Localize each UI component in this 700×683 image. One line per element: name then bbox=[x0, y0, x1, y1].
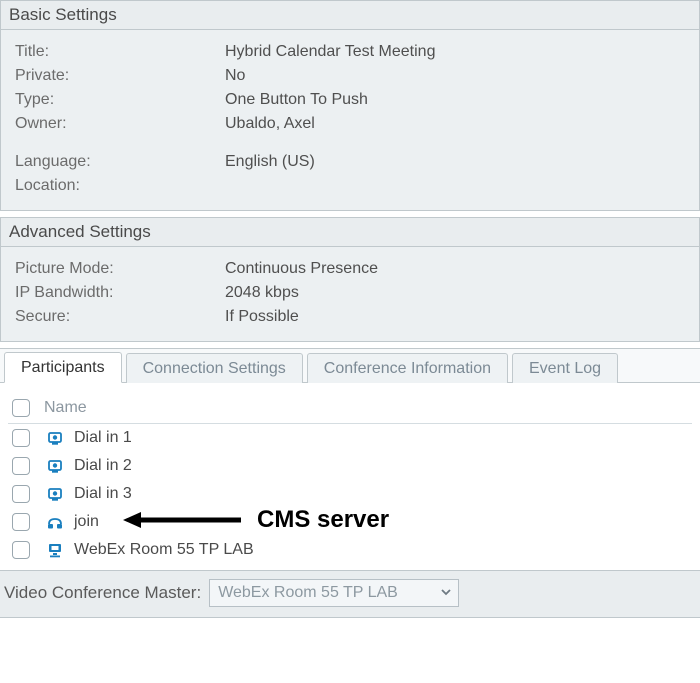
field-label: IP Bandwidth: bbox=[15, 284, 225, 302]
basic-row: Language: English (US) bbox=[15, 150, 685, 174]
field-value: English (US) bbox=[225, 153, 315, 171]
vcm-selected-value: WebEx Room 55 TP LAB bbox=[218, 584, 398, 602]
participant-name: Dial in 3 bbox=[74, 485, 132, 503]
basic-row: Type: One Button To Push bbox=[15, 88, 685, 112]
participant-row[interactable]: WebEx Room 55 TP LAB bbox=[8, 536, 692, 564]
basic-row: Private: No bbox=[15, 64, 685, 88]
field-value: One Button To Push bbox=[225, 91, 368, 109]
dialin-icon bbox=[44, 457, 66, 475]
video-conference-master-row: Video Conference Master: WebEx Room 55 T… bbox=[0, 570, 700, 617]
tab-participants[interactable]: Participants bbox=[4, 352, 122, 383]
field-value: Continuous Presence bbox=[225, 260, 378, 278]
basic-settings-body: Title: Hybrid Calendar Test Meeting Priv… bbox=[1, 30, 699, 210]
participant-name: Dial in 2 bbox=[74, 457, 132, 475]
dialin-icon bbox=[44, 429, 66, 447]
advanced-settings-title: Advanced Settings bbox=[1, 218, 699, 247]
participant-row[interactable]: join CMS server bbox=[8, 508, 692, 536]
advanced-row: IP Bandwidth: 2048 kbps bbox=[15, 281, 685, 305]
select-all-checkbox[interactable] bbox=[12, 399, 30, 417]
tab-connection-settings[interactable]: Connection Settings bbox=[126, 353, 303, 383]
advanced-settings-panel: Advanced Settings Picture Mode: Continuo… bbox=[0, 217, 700, 342]
field-label: Owner: bbox=[15, 115, 225, 133]
endpoint-icon bbox=[44, 541, 66, 559]
participant-row[interactable]: Dial in 1 bbox=[8, 424, 692, 452]
annotation-text: CMS server bbox=[257, 506, 389, 534]
basic-row: Location: bbox=[15, 174, 685, 198]
row-checkbox[interactable] bbox=[12, 429, 30, 447]
row-checkbox[interactable] bbox=[12, 541, 30, 559]
tabstrip: Participants Connection Settings Confere… bbox=[0, 349, 700, 383]
column-header-name: Name bbox=[44, 399, 87, 417]
vcm-label: Video Conference Master: bbox=[4, 583, 201, 603]
chevron-down-icon bbox=[440, 586, 452, 601]
field-label: Title: bbox=[15, 43, 225, 61]
tab-event-log[interactable]: Event Log bbox=[512, 353, 618, 383]
field-label: Language: bbox=[15, 153, 225, 171]
advanced-settings-body: Picture Mode: Continuous Presence IP Ban… bbox=[1, 247, 699, 341]
field-value: No bbox=[225, 67, 245, 85]
participant-row[interactable]: Dial in 3 bbox=[8, 480, 692, 508]
participants-list: Name Dial in 1 Dial in 2 Dial in 3 bbox=[0, 383, 700, 570]
participant-name: WebEx Room 55 TP LAB bbox=[74, 541, 254, 559]
vcm-select[interactable]: WebEx Room 55 TP LAB bbox=[209, 579, 459, 607]
field-label: Location: bbox=[15, 177, 225, 195]
participant-name: Dial in 1 bbox=[74, 429, 132, 447]
field-label: Type: bbox=[15, 91, 225, 109]
field-value: If Possible bbox=[225, 308, 299, 326]
field-label: Secure: bbox=[15, 308, 225, 326]
basic-row: Title: Hybrid Calendar Test Meeting bbox=[15, 40, 685, 64]
dialin-icon bbox=[44, 485, 66, 503]
join-icon bbox=[44, 513, 66, 531]
field-value: 2048 kbps bbox=[225, 284, 299, 302]
participants-header-row: Name bbox=[8, 393, 692, 424]
advanced-row: Secure: If Possible bbox=[15, 305, 685, 329]
participants-section: Participants Connection Settings Confere… bbox=[0, 348, 700, 618]
row-checkbox[interactable] bbox=[12, 457, 30, 475]
row-checkbox[interactable] bbox=[12, 513, 30, 531]
basic-settings-panel: Basic Settings Title: Hybrid Calendar Te… bbox=[0, 0, 700, 211]
participant-row[interactable]: Dial in 2 bbox=[8, 452, 692, 480]
field-label: Private: bbox=[15, 67, 225, 85]
field-label: Picture Mode: bbox=[15, 260, 225, 278]
field-value: Hybrid Calendar Test Meeting bbox=[225, 43, 435, 61]
tab-conference-information[interactable]: Conference Information bbox=[307, 353, 508, 383]
field-value: Ubaldo, Axel bbox=[225, 115, 315, 133]
advanced-row: Picture Mode: Continuous Presence bbox=[15, 257, 685, 281]
basic-settings-title: Basic Settings bbox=[1, 1, 699, 30]
basic-row: Owner: Ubaldo, Axel bbox=[15, 112, 685, 136]
participant-name: join bbox=[74, 513, 99, 531]
annotation-cms-server: CMS server bbox=[123, 506, 389, 534]
row-checkbox[interactable] bbox=[12, 485, 30, 503]
